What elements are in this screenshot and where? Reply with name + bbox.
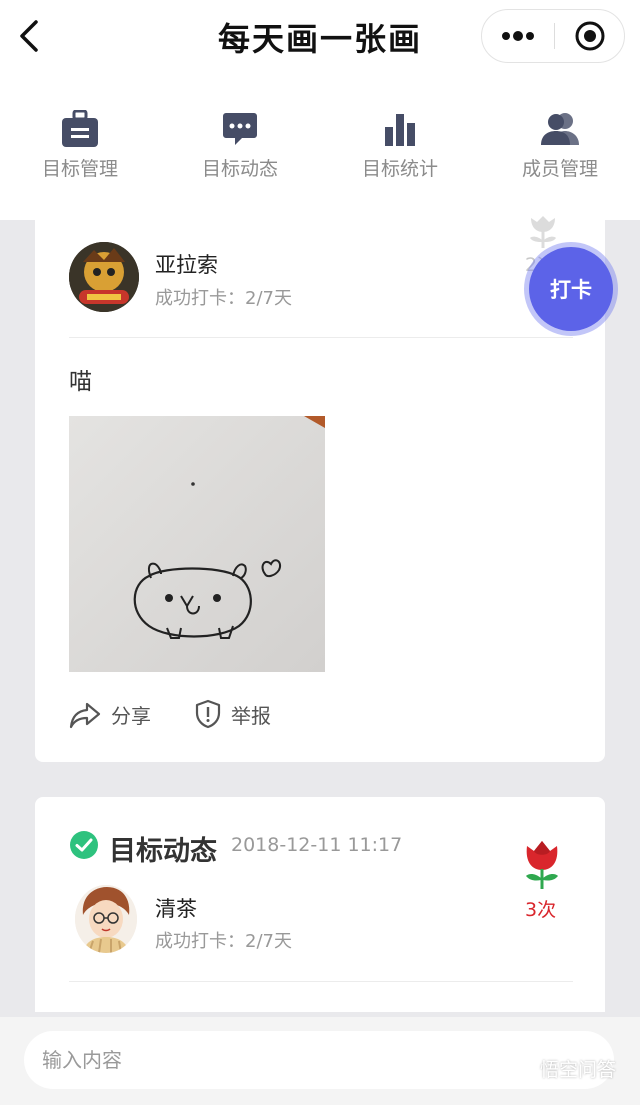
target-close-icon	[575, 21, 605, 51]
members-icon	[541, 113, 579, 145]
avatar[interactable]	[75, 885, 137, 953]
tab-goal-feed[interactable]: 目标动态	[160, 108, 320, 198]
miniprogram-capsule	[481, 9, 625, 63]
goal-feed-card: 目标动态 2018-12-11 11:17 清茶 成功打卡：2/7天 3次	[35, 797, 605, 1012]
tab-goal-management[interactable]: 目标管理	[0, 108, 160, 198]
avatar-illustration	[69, 242, 139, 312]
tab-label: 目标统计	[361, 158, 438, 180]
checkin-progress: 成功打卡：2/7天	[155, 288, 292, 309]
divider	[69, 337, 573, 338]
comment-bar: 悟空问答	[0, 1017, 640, 1105]
report-label: 举报	[231, 703, 271, 728]
more-dots-icon	[502, 31, 534, 41]
avatar-illustration	[75, 885, 137, 953]
check-circle-icon	[70, 831, 98, 859]
tab-goal-stats[interactable]: 目标统计	[320, 108, 480, 198]
checkin-button[interactable]: 打卡	[529, 247, 613, 331]
post-time: 2018-12-11 11:17	[231, 834, 403, 856]
share-icon	[69, 702, 101, 728]
share-button[interactable]: 分享	[69, 700, 151, 729]
chat-bubble-icon	[223, 113, 257, 145]
tab-label: 目标管理	[41, 158, 118, 180]
report-button[interactable]: 举报	[195, 699, 271, 729]
watermark-text: 悟空问答	[540, 1059, 617, 1081]
rose-icon[interactable]	[523, 214, 563, 248]
feed-title: 目标动态	[109, 836, 217, 867]
cat-drawing	[69, 416, 325, 672]
tab-label: 成员管理	[521, 158, 598, 180]
top-bar: 每天画一张画 目标管理 目标动态 目标统计 成员管理	[0, 0, 640, 220]
user-name[interactable]: 清茶	[155, 893, 197, 923]
post-text: 喵	[69, 369, 92, 395]
wukong-logo-icon	[511, 1060, 535, 1077]
shield-alert-icon	[195, 699, 221, 729]
divider	[69, 981, 573, 982]
tab-member-management[interactable]: 成员管理	[480, 108, 640, 198]
avatar[interactable]	[69, 242, 139, 312]
tab-label: 目标动态	[201, 158, 278, 180]
rose-icon[interactable]	[522, 836, 562, 890]
checkin-progress: 成功打卡：2/7天	[155, 931, 292, 952]
tab-bar: 目标管理 目标动态 目标统计 成员管理	[0, 108, 640, 198]
bar-chart-icon	[385, 114, 415, 146]
post-image[interactable]	[69, 416, 325, 672]
watermark: 悟空问答	[510, 1055, 616, 1082]
post-card: 亚拉索 成功打卡：2/7天 2次 喵	[35, 200, 605, 762]
briefcase-icon	[62, 110, 98, 147]
more-button[interactable]	[482, 10, 554, 62]
share-label: 分享	[111, 704, 151, 728]
rose-count: 3次	[525, 899, 557, 921]
user-name[interactable]: 亚拉索	[155, 249, 218, 279]
close-button[interactable]	[555, 10, 625, 62]
